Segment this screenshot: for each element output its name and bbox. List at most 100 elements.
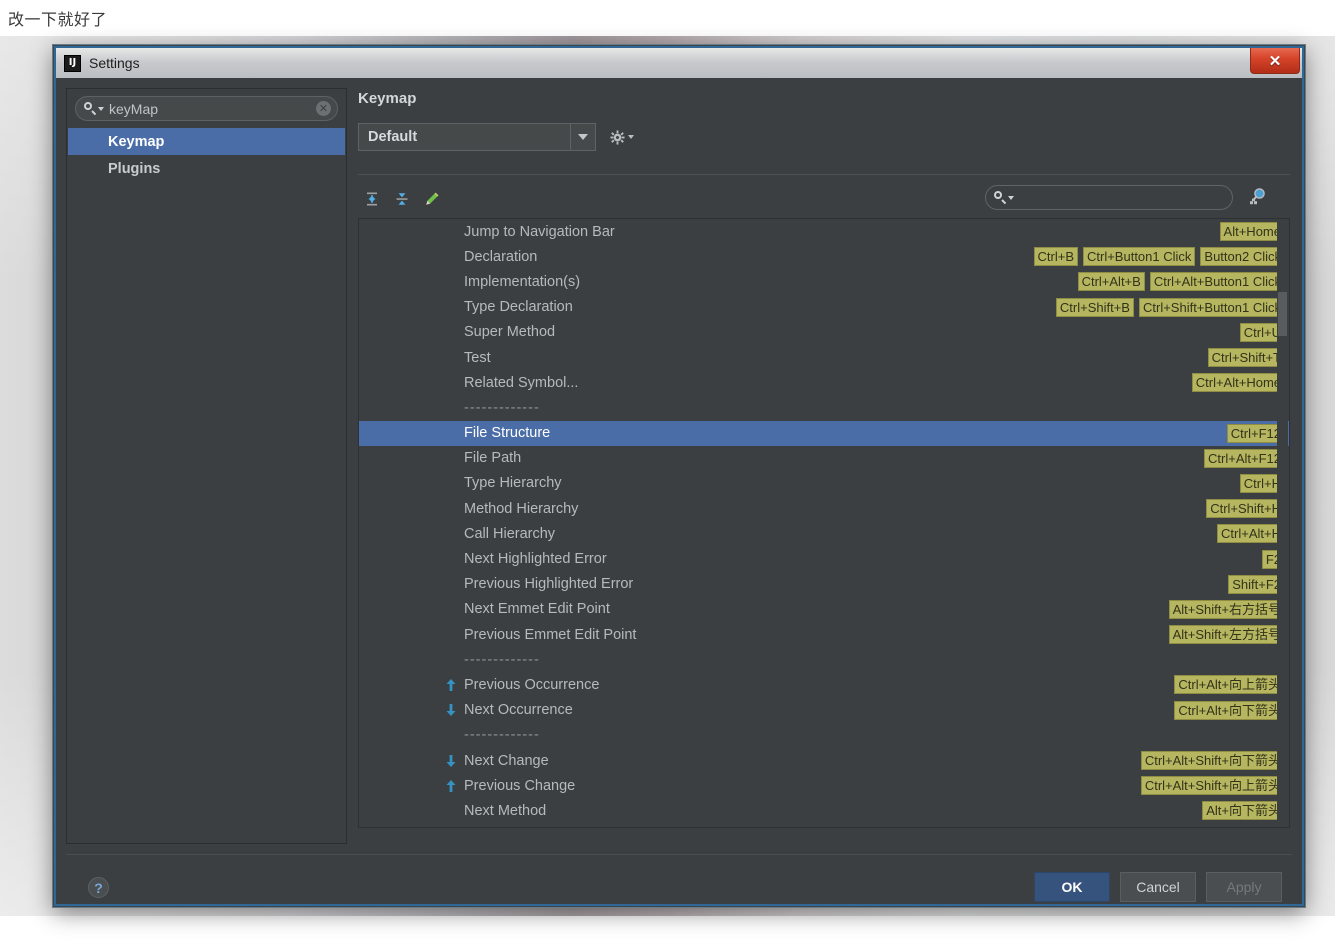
search-icon [994,191,1007,204]
close-icon[interactable]: ✕ [1250,48,1300,74]
shortcut-badge: Ctrl+Alt+B [1077,272,1145,292]
keymap-selector-row: Default [358,123,634,151]
arrow-up-icon [446,678,456,691]
action-row[interactable]: Previous Change Ctrl+Alt+Shift+向上箭头 [359,773,1289,798]
action-row[interactable]: Super Method Ctrl+U [359,320,1289,345]
clear-search-icon[interactable]: ✕ [316,101,331,116]
list-separator: ------------- [359,723,1289,748]
shortcut-badge: Ctrl+Shift+H [1206,499,1285,519]
cancel-button[interactable]: Cancel [1120,872,1196,902]
action-label: Type Declaration [464,299,573,316]
chevron-down-icon[interactable] [98,106,104,111]
action-label: Next Occurrence [464,702,573,719]
action-row[interactable]: Related Symbol... Ctrl+Alt+Home [359,370,1289,395]
help-icon[interactable]: ? [88,877,109,898]
search-input[interactable]: keyMap [109,101,316,117]
dialog-buttons: OK Cancel Apply [1034,872,1282,902]
find-by-shortcut-icon[interactable] [1248,186,1268,206]
intellij-logo-icon: IJ [64,54,81,72]
action-row[interactable]: Declaration Ctrl+B Ctrl+Button1 Click Butto… [359,244,1289,269]
separator-label: ------------- [464,727,540,744]
keymap-settings-button[interactable] [610,129,634,145]
sidebar-item-keymap[interactable]: Keymap [68,128,345,155]
shortcut-badge: Ctrl+Alt+向下箭头 [1174,700,1285,720]
list-scrollbar-track[interactable] [1277,220,1288,826]
sidebar-search-box[interactable]: keyMap ✕ [75,96,338,121]
action-label: Type Hierarchy [464,475,562,492]
shortcut-badge: Ctrl+Button1 Click [1083,247,1196,267]
action-label: Super Method [464,324,556,341]
action-row[interactable]: Method Hierarchy Ctrl+Shift+H [359,496,1289,521]
shortcut-badge: Alt+Home [1219,222,1285,242]
shortcut-badge: Alt+向下箭头 [1202,801,1285,821]
action-row[interactable]: Previous Occurrence Ctrl+Alt+向上箭头 [359,672,1289,697]
shortcut-badge: Ctrl+Shift+Button1 Click [1138,297,1285,317]
chevron-down-icon[interactable] [570,124,595,150]
keymap-panel: Keymap Default Jump to Navigation Bar Al… [356,88,1292,844]
action-row[interactable]: Type Hierarchy Ctrl+H [359,471,1289,496]
action-row[interactable]: Jump to Navigation Bar Alt+Home [359,219,1289,244]
action-row[interactable]: File Path Ctrl+Alt+F12 [359,446,1289,471]
shortcut-list: Ctrl+Shift+B Ctrl+Shift+Button1 Click [1055,297,1285,317]
sidebar-item-plugins[interactable]: Plugins [68,155,345,182]
keymap-select[interactable]: Default [358,123,596,151]
separator-label: ------------- [464,651,540,668]
keymap-action-list[interactable]: Jump to Navigation Bar Alt+Home Declaratio… [358,218,1290,828]
dialog-footer: ? OK Cancel Apply [66,854,1292,921]
keymap-toolbar [358,182,1290,216]
list-scrollbar-thumb[interactable] [1278,292,1287,336]
action-row[interactable]: Implementation(s) Ctrl+Alt+B Ctrl+Alt+Butt… [359,269,1289,294]
shortcut-list: Alt+向下箭头 [1202,801,1285,821]
action-row[interactable]: Type Declaration Ctrl+Shift+B Ctrl+Shift+B… [359,295,1289,320]
action-row[interactable]: Next Occurrence Ctrl+Alt+向下箭头 [359,698,1289,723]
action-label: Previous Emmet Edit Point [464,626,637,643]
action-row[interactable]: File Structure Ctrl+F12 [359,420,1289,446]
shortcut-badge: Button2 Click [1200,247,1285,267]
shortcut-list: Ctrl+Shift+H [1206,499,1285,519]
dialog-body: keyMap ✕ Keymap Plugins Keymap Default J… [56,78,1302,904]
action-row[interactable]: Previous Highlighted Error Shift+F2 [359,572,1289,597]
action-row[interactable]: Next Emmet Edit Point Alt+Shift+右方括号 [359,597,1289,622]
shortcut-badge: Ctrl+Alt+Button1 Click [1149,272,1285,292]
gear-icon [610,129,625,145]
action-label: Previous Occurrence [464,676,600,693]
shortcut-badge: Ctrl+Alt+Shift+向上箭头 [1140,776,1285,796]
action-row[interactable]: Next Method Alt+向下箭头 [359,798,1289,823]
action-row[interactable]: Call Hierarchy Ctrl+Alt+H [359,521,1289,546]
shortcut-badge: Ctrl+B [1033,247,1078,267]
shortcut-list: Ctrl+Alt+H [1217,524,1285,544]
shortcut-badge: Alt+Shift+左方括号 [1168,625,1285,645]
shortcut-list: Ctrl+Alt+向上箭头 [1174,675,1285,695]
action-label: Previous Highlighted Error [464,576,634,593]
action-row[interactable]: Next Change Ctrl+Alt+Shift+向下箭头 [359,748,1289,773]
caption-text: 改一下就好了 [8,12,108,29]
action-row[interactable]: Next Highlighted Error F2 [359,546,1289,571]
action-label: Implementation(s) [464,273,581,290]
shortcut-list: Ctrl+Alt+向下箭头 [1174,700,1285,720]
shortcut-badge: Ctrl+Alt+向上箭头 [1174,675,1285,695]
action-row[interactable]: Previous Emmet Edit Point Alt+Shift+左方括号 [359,622,1289,647]
action-row[interactable]: Test Ctrl+Shift+T [359,345,1289,370]
page-title: Keymap [358,90,417,107]
action-label: Test [464,349,491,366]
screenshot-root: 改一下就好了 IJ Settings ✕ keyMap ✕ Keymap Plu… [0,0,1335,939]
find-shortcut-box[interactable] [985,185,1233,210]
shortcut-list: Ctrl+Alt+Shift+向下箭头 [1140,751,1285,771]
sidebar-item-label: Keymap [108,133,165,150]
chevron-down-icon[interactable] [1008,195,1014,200]
settings-tree: Keymap Plugins [68,128,345,842]
shortcut-badge: Ctrl+Shift+B [1055,297,1134,317]
action-label: Call Hierarchy [464,525,556,542]
shortcut-badge: Alt+Shift+右方括号 [1168,599,1285,619]
action-label: Next Emmet Edit Point [464,601,610,618]
shortcut-list: Ctrl+Alt+B Ctrl+Alt+Button1 Click [1077,272,1285,292]
action-label: Next Highlighted Error [464,551,607,568]
edit-pencil-icon[interactable] [424,191,440,207]
action-label: Jump to Navigation Bar [464,223,615,240]
ok-button[interactable]: OK [1034,872,1110,902]
shortcut-list: Alt+Home [1219,222,1285,242]
shortcut-list: Ctrl+B Ctrl+Button1 Click Button2 Click [1033,247,1285,267]
collapse-all-icon[interactable] [394,191,410,207]
expand-all-icon[interactable] [364,191,380,207]
shortcut-list: Ctrl+Alt+F12 [1204,448,1285,468]
